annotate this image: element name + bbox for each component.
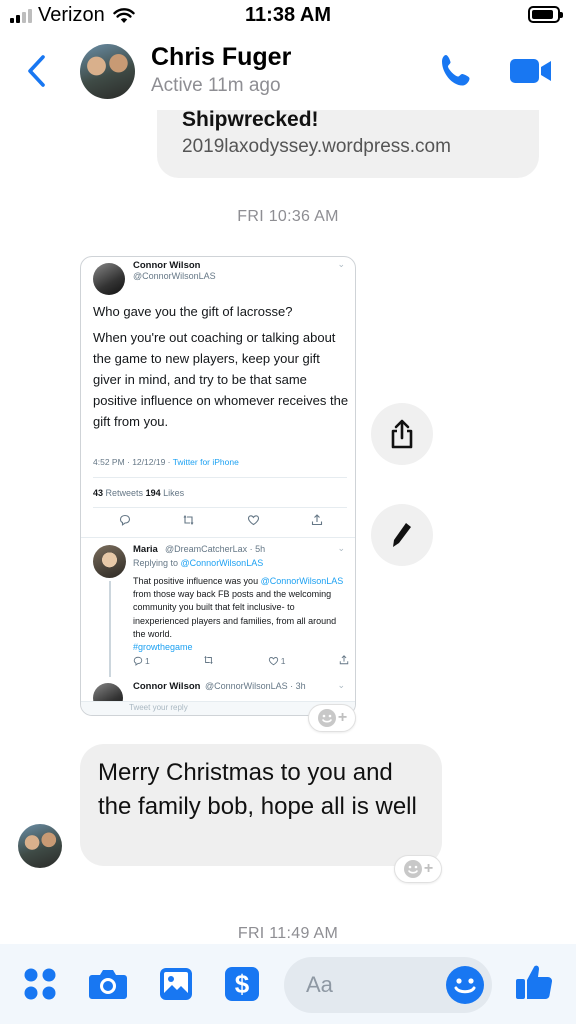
pen-icon	[393, 523, 411, 547]
message-bubble[interactable]: Merry Christmas to you and the family bo…	[80, 744, 442, 866]
gallery-button[interactable]	[156, 964, 196, 1004]
like-label: Likes	[163, 488, 185, 498]
like-count: 194	[145, 488, 161, 498]
emoji-button[interactable]	[446, 966, 484, 1004]
conversation-header: Chris Fuger Active 11m ago	[0, 32, 576, 110]
dollar-sign-icon: $	[225, 967, 259, 1001]
video-camera-icon	[510, 59, 551, 83]
reply-author-name: Maria	[133, 544, 158, 555]
tweet-source: Twitter for iPhone	[172, 457, 239, 467]
plus-icon: +	[423, 860, 434, 877]
reply-like-action: 1	[268, 656, 286, 666]
tweet-stats: 43 Retweets 194 Likes	[93, 488, 184, 498]
share-icon	[391, 419, 413, 449]
voice-call-button[interactable]	[438, 52, 476, 90]
composer-bar: $	[0, 944, 576, 1024]
back-button[interactable]	[22, 52, 52, 90]
tweet-chevron-icon: ⌄	[337, 259, 345, 269]
link-preview-title: Shipwrecked!	[182, 108, 319, 131]
retweet-count: 43	[93, 488, 104, 498]
tweet-screenshot-image[interactable]: Connor Wilson @ConnorWilsonLAS ⌄ Who gav…	[80, 256, 356, 716]
tweet-heart-icon	[247, 513, 260, 531]
tweet-meta: 4:52 PM · 12/12/19 · Twitter for iPhone	[93, 457, 239, 467]
reply-author-handle: @DreamCatcherLax · 5h	[165, 544, 266, 554]
reply-mention: @ConnorWilsonLAS	[260, 576, 344, 586]
contact-active-status: Active 11m ago	[151, 75, 281, 96]
conversation-area: Shipwrecked! 2019laxodyssey.wordpress.co…	[0, 0, 576, 1024]
battery-icon	[528, 6, 563, 23]
tweet-retweet-icon	[182, 513, 195, 531]
tweet-paragraph: Who gave you the gift of lacrosse?	[93, 304, 293, 319]
apps-button[interactable]	[20, 964, 60, 1004]
message-input-container	[284, 957, 492, 1013]
reply-text: That positive influence was you @ConnorW…	[133, 575, 349, 654]
tweet-actions	[93, 512, 349, 532]
reply-share-icon	[339, 652, 349, 670]
reply-like-count: 1	[280, 656, 286, 666]
timestamp-divider: FRI 11:49 AM	[237, 925, 339, 942]
reply-chevron-icon: ⌄	[337, 543, 345, 553]
edit-button[interactable]	[371, 504, 433, 566]
camera-button[interactable]	[88, 964, 128, 1004]
contact-avatar-small[interactable]	[18, 824, 62, 868]
next-reply-chevron-icon: ⌄	[337, 680, 345, 690]
contact-name[interactable]: Chris Fuger	[151, 43, 291, 72]
replying-to-handle: @ConnorWilsonLAS	[180, 558, 264, 568]
pay-button[interactable]: $	[222, 964, 262, 1004]
reply-text-part: from those way back FB posts and the wel…	[133, 589, 337, 639]
add-reaction-button[interactable]: +	[308, 704, 356, 732]
status-bar: Verizon 11:38 AM	[0, 0, 576, 32]
next-reply-name: Connor Wilson	[133, 681, 201, 692]
add-reaction-button[interactable]: +	[394, 855, 442, 883]
reply-text-part: That positive influence was you	[133, 576, 259, 586]
message-input[interactable]	[306, 957, 446, 1013]
reply-reply-count: 1	[145, 656, 150, 666]
tweet-reply-placeholder: Tweet your reply	[129, 703, 188, 712]
next-reply-handle: @ConnorWilsonLAS · 3h	[205, 681, 306, 691]
tweet-author-handle: @ConnorWilsonLAS	[133, 271, 216, 281]
chevron-left-icon	[28, 55, 45, 87]
link-preview-url: 2019laxodyssey.wordpress.com	[182, 136, 451, 157]
four-dots-icon	[24, 968, 56, 1000]
tweet-body: Who gave you the gift of lacrosse? When …	[93, 301, 349, 432]
smiley-icon	[454, 978, 476, 994]
tweet-paragraph: When you're out coaching or talking abou…	[93, 330, 349, 429]
replying-to: Replying to @ConnorWilsonLAS	[133, 558, 263, 568]
status-time: 11:38 AM	[245, 4, 331, 26]
tweet-author-name: Connor Wilson	[133, 260, 201, 271]
smiley-icon	[317, 709, 336, 727]
plus-icon: +	[337, 709, 348, 726]
reply-reply-action: 1	[133, 656, 150, 666]
share-button[interactable]	[371, 403, 433, 465]
camera-icon	[89, 970, 127, 999]
image-icon	[160, 968, 192, 1000]
tweet-author-avatar	[93, 263, 125, 295]
phone-icon	[442, 55, 470, 86]
reply-retweet-icon	[203, 652, 214, 670]
tweet-time-date: 4:52 PM · 12/12/19 ·	[93, 457, 173, 467]
thread-line	[109, 581, 111, 677]
tweet-share-icon	[311, 513, 323, 531]
thumbs-up-icon	[516, 965, 553, 1000]
retweet-label: Retweets	[105, 488, 144, 498]
reply-author-avatar	[93, 545, 126, 578]
contact-avatar[interactable]	[80, 44, 135, 99]
divider	[93, 507, 347, 508]
timestamp-divider: FRI 10:36 AM	[237, 208, 339, 225]
replying-to-prefix: Replying to	[133, 558, 181, 568]
reply-actions: 1 1	[133, 653, 349, 669]
like-button[interactable]	[512, 960, 556, 1004]
divider	[81, 537, 355, 538]
smiley-icon	[403, 860, 422, 878]
video-call-button[interactable]	[508, 56, 554, 86]
tweet-reply-icon	[119, 513, 131, 531]
svg-text:$: $	[235, 969, 250, 999]
divider	[93, 477, 347, 478]
